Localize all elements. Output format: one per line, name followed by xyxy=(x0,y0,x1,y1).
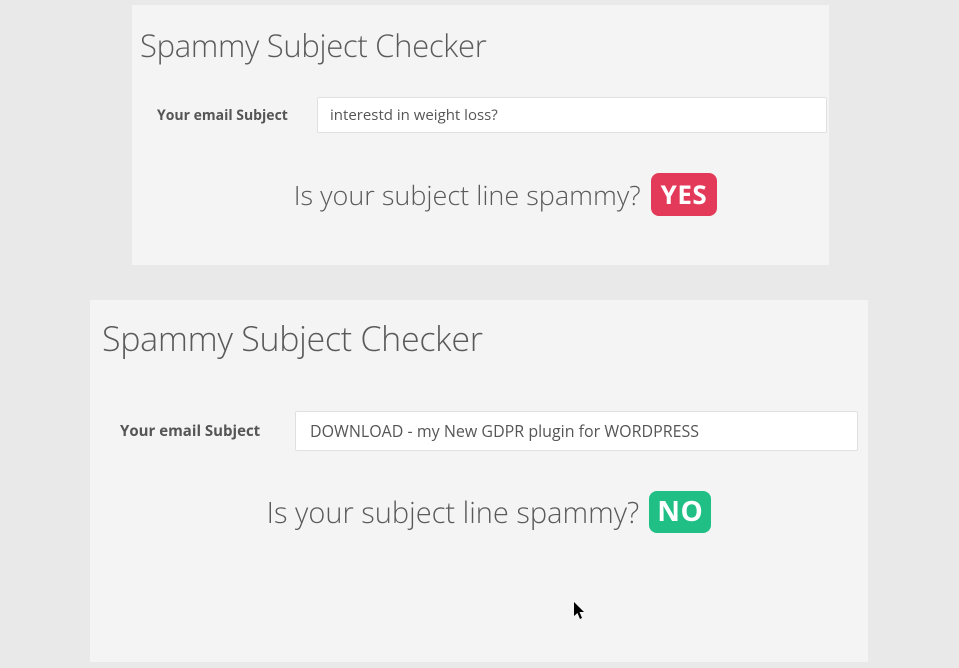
subject-input[interactable] xyxy=(295,411,858,451)
subject-input[interactable] xyxy=(317,97,827,133)
subject-label: Your email Subject xyxy=(157,106,317,125)
result-badge-no: NO xyxy=(649,491,711,533)
page-title: Spammy Subject Checker xyxy=(102,315,868,361)
spam-checker-panel-no: Spammy Subject Checker Your email Subjec… xyxy=(90,300,868,662)
page-title: Spammy Subject Checker xyxy=(140,25,829,67)
result-row: Is your subject line spammy? YES xyxy=(132,173,829,216)
subject-row: Your email Subject xyxy=(132,97,829,133)
result-row: Is your subject line spammy? NO xyxy=(90,491,868,533)
subject-row: Your email Subject xyxy=(90,411,868,451)
result-badge-yes: YES xyxy=(651,173,718,216)
spam-checker-panel-yes: Spammy Subject Checker Your email Subjec… xyxy=(132,5,829,265)
result-question: Is your subject line spammy? xyxy=(267,493,640,532)
result-question: Is your subject line spammy? xyxy=(294,176,641,213)
subject-label: Your email Subject xyxy=(120,421,295,441)
